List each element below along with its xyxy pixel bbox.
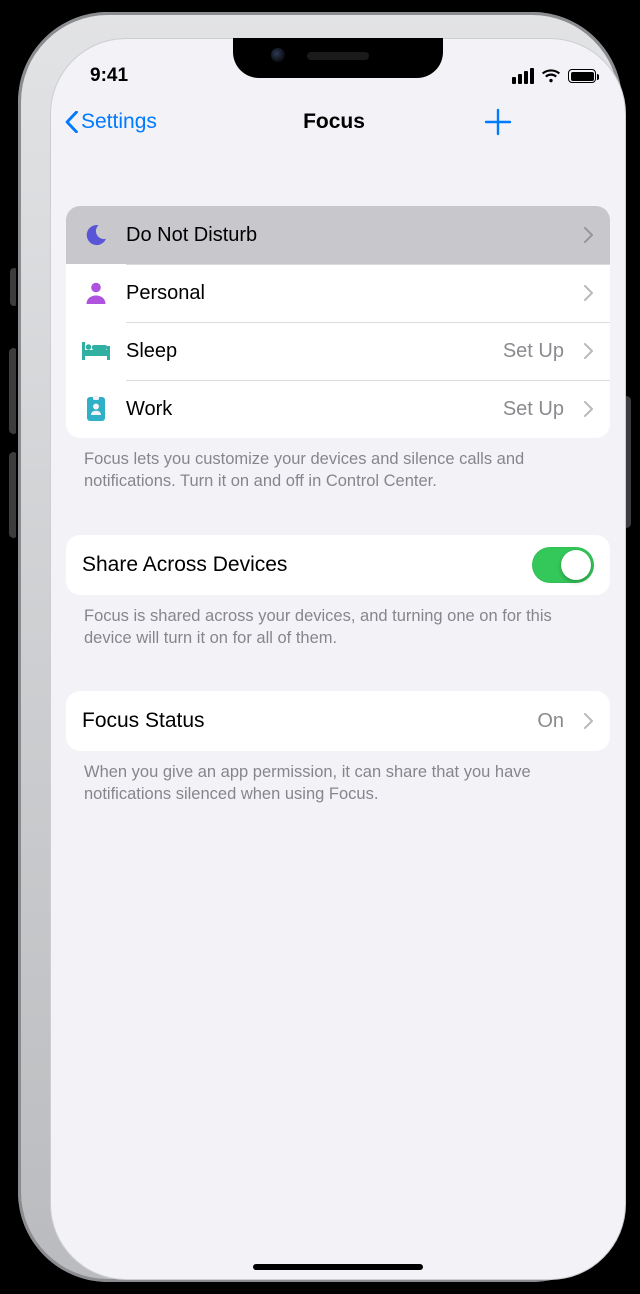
- moon-icon: [82, 223, 110, 247]
- focus-row-sleep[interactable]: Sleep Set Up: [66, 322, 610, 380]
- volume-up-button: [9, 348, 18, 434]
- focus-modes-footer: Focus lets you customize your devices an…: [66, 438, 610, 493]
- focus-row-work[interactable]: Work Set Up: [66, 380, 610, 438]
- row-label: Work: [126, 398, 487, 421]
- chevron-right-icon: [584, 285, 594, 301]
- notch: [233, 38, 443, 78]
- chevron-right-icon: [584, 227, 594, 243]
- bed-icon: [82, 341, 110, 361]
- focus-row-do-not-disturb[interactable]: Do Not Disturb: [66, 206, 610, 264]
- chevron-left-icon: [64, 111, 79, 133]
- badge-icon: [82, 396, 110, 422]
- cellular-icon: [512, 68, 534, 84]
- row-detail: Set Up: [503, 340, 564, 363]
- nav-title: Focus: [184, 110, 484, 134]
- share-label: Share Across Devices: [82, 553, 516, 577]
- focus-status-group: Focus Status On: [66, 691, 610, 751]
- battery-icon: [568, 69, 596, 83]
- share-across-devices-row: Share Across Devices: [66, 535, 610, 595]
- iphone-mockup: 9:41: [0, 0, 640, 1294]
- focus-status-label: Focus Status: [82, 709, 521, 733]
- chevron-right-icon: [584, 713, 594, 729]
- chevron-right-icon: [584, 401, 594, 417]
- focus-modes-list: Do Not Disturb Personal: [66, 206, 610, 438]
- status-time: 9:41: [90, 65, 128, 87]
- focus-row-personal[interactable]: Personal: [66, 264, 610, 322]
- share-toggle[interactable]: [532, 547, 594, 583]
- row-label: Sleep: [126, 340, 487, 363]
- focus-status-row[interactable]: Focus Status On: [66, 691, 610, 751]
- chevron-right-icon: [584, 343, 594, 359]
- screen: 9:41: [50, 38, 626, 1280]
- volume-down-button: [9, 452, 18, 538]
- focus-status-footer: When you give an app permission, it can …: [66, 751, 610, 806]
- share-footer: Focus is shared across your devices, and…: [66, 595, 610, 650]
- person-icon: [82, 281, 110, 305]
- wifi-icon: [541, 66, 561, 86]
- plus-icon: [484, 108, 512, 136]
- focus-status-detail: On: [537, 710, 564, 733]
- row-detail: Set Up: [503, 398, 564, 421]
- back-label: Settings: [81, 110, 157, 134]
- row-label: Do Not Disturb: [126, 224, 548, 247]
- nav-bar: Settings Focus: [50, 94, 626, 150]
- home-indicator[interactable]: [253, 1264, 423, 1270]
- add-button[interactable]: [484, 108, 604, 136]
- back-button[interactable]: Settings: [64, 110, 184, 134]
- share-across-devices-group: Share Across Devices: [66, 535, 610, 595]
- mute-switch: [10, 268, 18, 306]
- row-label: Personal: [126, 282, 548, 305]
